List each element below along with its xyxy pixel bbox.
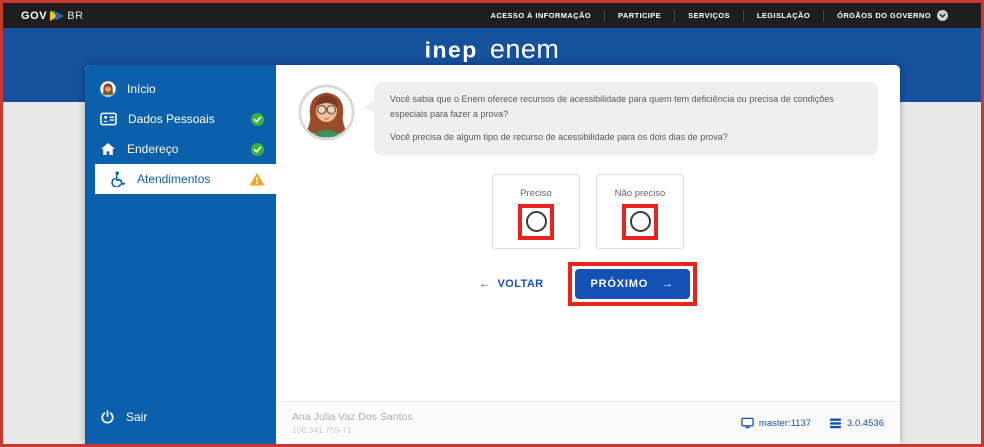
- sidebar: Início Dados Pessoais Endereço Atendimen…: [85, 65, 276, 444]
- topmenu-orgaos-governo[interactable]: ÓRGÃOS DO GOVERNO: [823, 9, 961, 22]
- nao-preciso-radio[interactable]: [629, 211, 651, 233]
- proximo-label: PRÓXIMO: [590, 277, 649, 290]
- check-circle-icon: [251, 112, 264, 126]
- topmenu-orgaos-governo-label: ÓRGÃOS DO GOVERNO: [837, 10, 931, 20]
- inep-logo-text: inep: [424, 37, 478, 63]
- home-icon: [101, 143, 115, 155]
- voltar-button[interactable]: ← VOLTAR: [479, 278, 543, 290]
- endereco-status-complete: [251, 142, 264, 156]
- wheelchair-accessibility-icon: [111, 171, 126, 187]
- sidebar-item-endereco[interactable]: Endereço: [85, 134, 276, 164]
- sidebar-nav: Início Dados Pessoais Endereço Atendimen…: [85, 65, 276, 194]
- card-footer: Ana Julia Vaz Dos Santos 106.341.759-71 …: [276, 401, 900, 444]
- sidebar-item-dados-pessoais[interactable]: Dados Pessoais: [85, 104, 276, 134]
- sidebar-item-inicio-label: Início: [127, 82, 156, 96]
- topmenu-acesso-informacao[interactable]: ACESSO À INFORMAÇÃO: [478, 10, 605, 22]
- user-avatar-icon: [100, 81, 116, 97]
- user-info: Ana Julia Vaz Dos Santos 106.341.759-71: [292, 411, 413, 435]
- option-card-preciso[interactable]: Preciso: [492, 173, 580, 249]
- atendimentos-status-warning: [250, 172, 264, 186]
- sidebar-item-atendimentos[interactable]: Atendimentos: [95, 164, 276, 194]
- id-card-icon: [100, 112, 117, 126]
- sidebar-item-inicio[interactable]: Início: [85, 74, 276, 104]
- version-info: 3.0.4536: [829, 418, 884, 429]
- main-content: Você sabia que o Enem oferece recursos d…: [276, 65, 900, 444]
- govbr-logo-gov: GOV: [21, 9, 48, 22]
- topmenu-legislacao[interactable]: LEGISLAÇÃO: [742, 9, 823, 22]
- proximo-button[interactable]: PRÓXIMO →: [574, 268, 690, 299]
- inep-enem-logo: inep enem: [3, 28, 981, 65]
- accessibility-options: Preciso Não preciso: [276, 173, 900, 249]
- assistant-message-block: Você sabia que o Enem oferece recursos d…: [298, 82, 878, 155]
- chevron-down-icon: [937, 10, 948, 21]
- topmenu-participe[interactable]: PARTICIPE: [604, 9, 674, 22]
- assistant-message-1: Você sabia que o Enem oferece recursos d…: [390, 94, 834, 119]
- version-label: 3.0.4536: [847, 417, 884, 429]
- sidebar-item-sair[interactable]: Sair: [85, 402, 276, 432]
- option-card-nao-preciso[interactable]: Não preciso: [596, 173, 684, 249]
- govbr-arrow-icon: [50, 10, 65, 21]
- govbr-topbar: GOV BR ACESSO À INFORMAÇÃO PARTICIPE SER…: [3, 3, 981, 28]
- environment-info: master:1137: [741, 417, 811, 429]
- assistant-avatar: [298, 84, 355, 141]
- check-circle-icon: [251, 142, 264, 156]
- back-arrow-icon: ←: [479, 277, 491, 290]
- sidebar-item-dados-label: Dados Pessoais: [128, 112, 215, 126]
- govbr-logo[interactable]: GOV BR: [21, 10, 84, 22]
- voltar-label: VOLTAR: [497, 277, 544, 290]
- form-actions: ← VOLTAR PRÓXIMO →: [276, 261, 900, 306]
- option-preciso-label: Preciso: [520, 187, 552, 199]
- govbr-menu: ACESSO À INFORMAÇÃO PARTICIPE SERVIÇOS L…: [478, 3, 962, 28]
- govbr-logo-br: BR: [67, 9, 84, 22]
- environment-label: master:1137: [758, 417, 812, 429]
- enrollment-card: Início Dados Pessoais Endereço Atendimen…: [85, 65, 900, 444]
- option-nao-preciso-label: Não preciso: [614, 187, 666, 199]
- power-icon: [101, 409, 114, 424]
- user-document: 106.341.759-71: [292, 425, 352, 435]
- sidebar-item-sair-label: Sair: [126, 410, 148, 424]
- monitor-icon: [741, 417, 754, 429]
- dados-status-complete: [251, 112, 264, 126]
- enem-logo-text: enem: [489, 34, 560, 64]
- sidebar-item-endereco-label: Endereço: [127, 142, 179, 156]
- user-name: Ana Julia Vaz Dos Santos: [292, 411, 413, 423]
- assistant-speech-bubble: Você sabia que o Enem oferece recursos d…: [365, 82, 878, 155]
- annotation-box-preciso: [518, 203, 554, 240]
- preciso-radio[interactable]: [525, 211, 547, 233]
- screenshot-frame: GOV BR ACESSO À INFORMAÇÃO PARTICIPE SER…: [0, 0, 984, 447]
- next-arrow-icon: →: [662, 277, 674, 290]
- annotation-box-proximo: PRÓXIMO →: [567, 261, 697, 306]
- system-meta: master:1137 3.0.4536: [741, 417, 884, 429]
- annotation-box-nao-preciso: [622, 203, 658, 240]
- assistant-message-2: Você precisa de algum tipo de recurso de…: [390, 131, 728, 142]
- warning-triangle-icon: [250, 172, 264, 185]
- topmenu-servicos[interactable]: SERVIÇOS: [674, 9, 743, 22]
- stack-icon: [830, 418, 842, 428]
- sidebar-item-atendimentos-label: Atendimentos: [137, 172, 211, 186]
